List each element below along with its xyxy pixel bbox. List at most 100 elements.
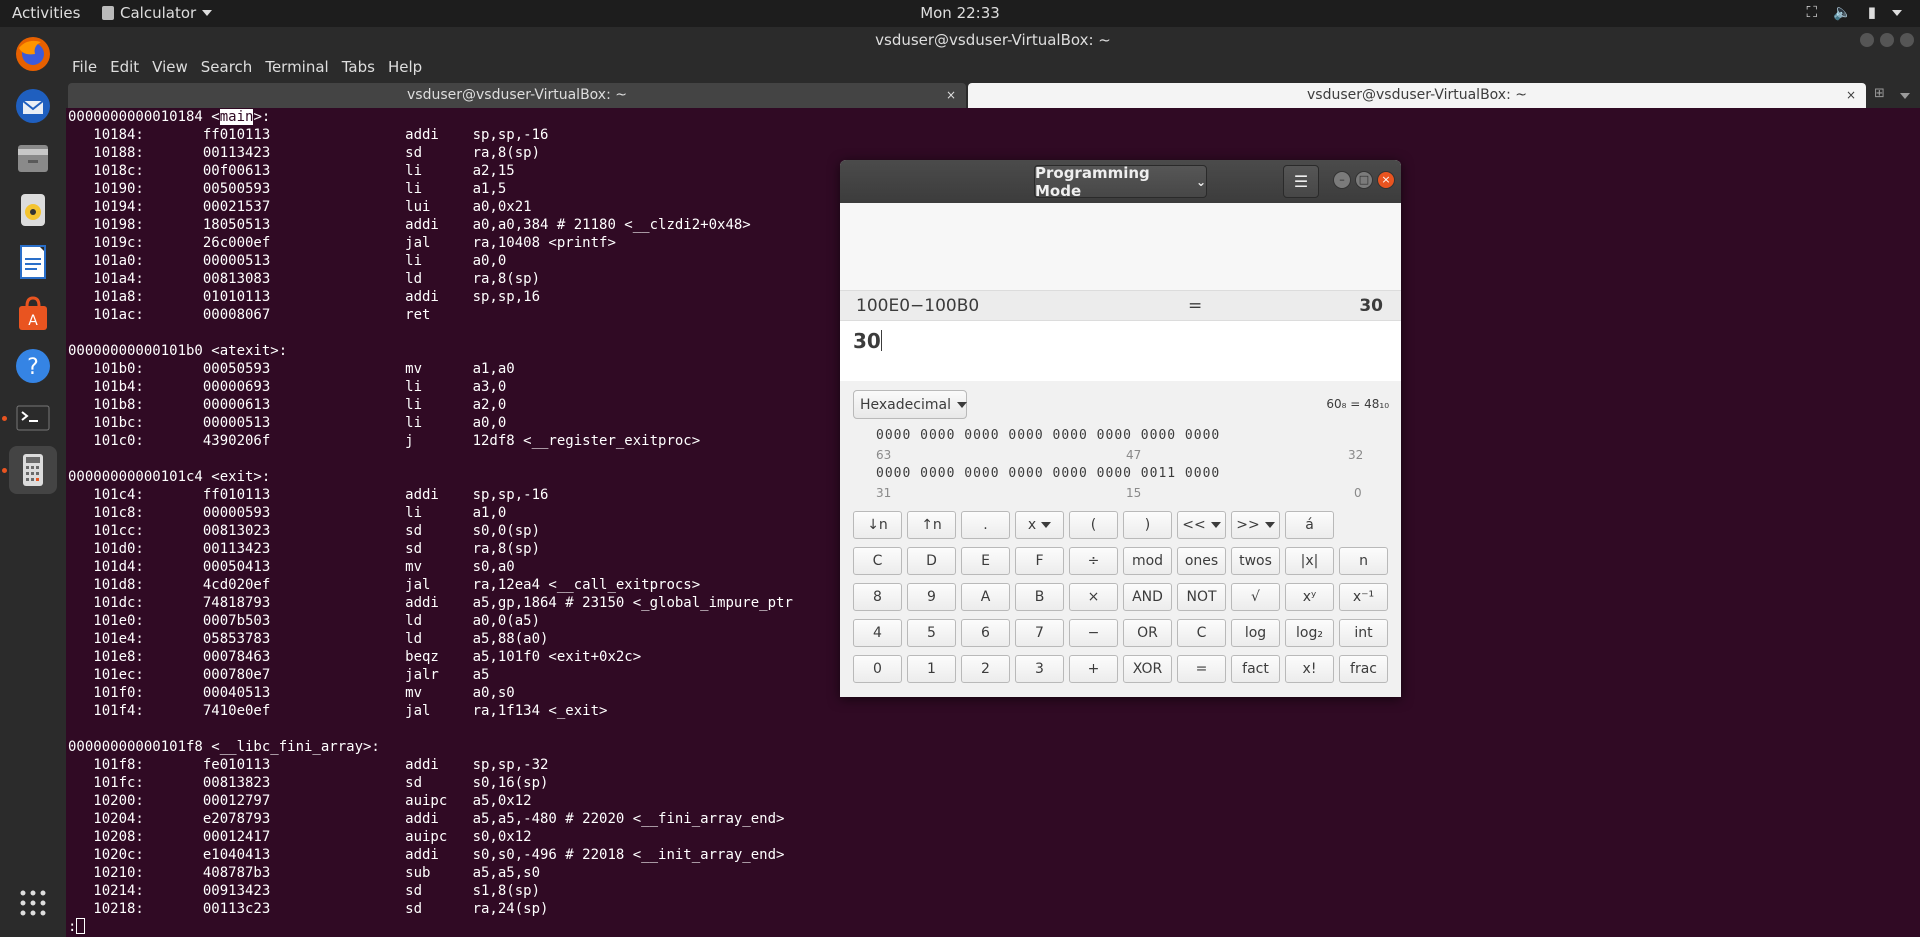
menu-terminal[interactable]: Terminal: [265, 58, 328, 76]
hamburger-menu-button[interactable]: ☰: [1283, 165, 1319, 198]
calculator-small-icon: [102, 6, 114, 20]
calc-key-label: |x|: [1300, 553, 1319, 569]
calc-key-button[interactable]: ↓n: [853, 511, 902, 539]
close-icon[interactable]: ×: [946, 83, 956, 108]
calc-key-button[interactable]: á: [1285, 511, 1334, 539]
activities-button[interactable]: Activities: [12, 4, 80, 22]
calc-key-button[interactable]: 9: [907, 583, 956, 611]
calc-key-button[interactable]: A: [961, 583, 1010, 611]
calc-key-button[interactable]: (: [1069, 511, 1118, 539]
entry-value: 30: [853, 329, 881, 353]
calc-key-button[interactable]: x!: [1285, 655, 1334, 683]
rhythmbox-icon[interactable]: [9, 186, 57, 234]
system-tray[interactable]: ⛶ 🔈 ▮: [1807, 3, 1902, 21]
calc-key-button[interactable]: B: [1015, 583, 1064, 611]
thunderbird-icon[interactable]: [9, 82, 57, 130]
new-tab-icon[interactable]: ⊞: [1874, 86, 1885, 101]
firefox-icon[interactable]: [9, 30, 57, 78]
top-bar: Activities Calculator Mon 22:33 ⛶ 🔈 ▮: [0, 0, 1920, 27]
chevron-down-icon[interactable]: [1900, 93, 1910, 99]
calc-key-button[interactable]: 4: [853, 619, 902, 647]
number-base-dropdown[interactable]: Hexadecimal: [853, 390, 967, 419]
calc-key-button[interactable]: x: [1015, 511, 1064, 539]
terminal-tab[interactable]: vsduser@vsduser-VirtualBox: ~ ×: [968, 83, 1866, 108]
calc-key-button[interactable]: |x|: [1285, 547, 1334, 575]
calc-key-button[interactable]: fact: [1231, 655, 1280, 683]
mode-dropdown[interactable]: Programming Mode ⌄: [1034, 164, 1207, 200]
calc-key-label: NOT: [1186, 589, 1217, 605]
calc-key-button[interactable]: +: [1069, 655, 1118, 683]
calc-key-button[interactable]: NOT: [1177, 583, 1226, 611]
calc-key-button[interactable]: log: [1231, 619, 1280, 647]
bit-label: 15: [1126, 486, 1142, 500]
calc-key-button[interactable]: mod: [1123, 547, 1172, 575]
calculator-headerbar[interactable]: Programming Mode ⌄ ☰ – □ ×: [840, 160, 1401, 203]
math-entry[interactable]: 30: [840, 321, 1401, 381]
calc-key-button[interactable]: 7: [1015, 619, 1064, 647]
calc-key-button[interactable]: C: [1177, 619, 1226, 647]
calc-key-button[interactable]: C: [853, 547, 902, 575]
calc-key-button[interactable]: 1: [907, 655, 956, 683]
calc-key-button[interactable]: D: [907, 547, 956, 575]
calc-key-button[interactable]: ×: [1069, 583, 1118, 611]
app-menu[interactable]: Calculator: [102, 4, 213, 22]
calc-key-button[interactable]: E: [961, 547, 1010, 575]
terminal-tab[interactable]: vsduser@vsduser-VirtualBox: ~ ×: [68, 83, 966, 108]
calc-key-button[interactable]: frac: [1339, 655, 1388, 683]
apps-grid-icon[interactable]: [9, 879, 57, 927]
clock[interactable]: Mon 22:33: [0, 4, 1920, 22]
maximize-button[interactable]: □: [1355, 171, 1373, 189]
bit-panel-row-high[interactable]: 0000 0000 0000 0000 0000 0000 0000 0000: [876, 428, 1220, 443]
calc-key-button[interactable]: −: [1069, 619, 1118, 647]
history-entry[interactable]: 100E0−100B0 = 30: [840, 290, 1401, 321]
calc-key-button[interactable]: 0: [853, 655, 902, 683]
calc-key-button[interactable]: XOR: [1123, 655, 1172, 683]
chevron-down-icon: ⌄: [1195, 174, 1206, 189]
terminal-titlebar[interactable]: vsduser@vsduser-VirtualBox: ~: [66, 27, 1920, 53]
calc-key-button[interactable]: log₂: [1285, 619, 1334, 647]
close-icon[interactable]: ×: [1846, 83, 1856, 108]
writer-icon[interactable]: [9, 238, 57, 286]
calc-key-button[interactable]: 5: [907, 619, 956, 647]
calc-key-button[interactable]: n: [1339, 547, 1388, 575]
menu-edit[interactable]: Edit: [110, 58, 139, 76]
menu-help[interactable]: Help: [388, 58, 422, 76]
calc-key-button[interactable]: xʸ: [1285, 583, 1334, 611]
calc-key-button[interactable]: 6: [961, 619, 1010, 647]
calc-key-button[interactable]: F: [1015, 547, 1064, 575]
menu-file[interactable]: File: [72, 58, 97, 76]
calc-key-button[interactable]: >>: [1231, 511, 1280, 539]
menu-view[interactable]: View: [152, 58, 188, 76]
calc-key-button[interactable]: ): [1123, 511, 1172, 539]
minimize-button[interactable]: –: [1333, 171, 1351, 189]
calc-key-button[interactable]: 8: [853, 583, 902, 611]
maximize-button[interactable]: [1880, 33, 1894, 47]
calc-key-button[interactable]: =: [1177, 655, 1226, 683]
calculator-icon[interactable]: [9, 446, 57, 494]
calc-key-button[interactable]: √: [1231, 583, 1280, 611]
menu-search[interactable]: Search: [201, 58, 253, 76]
minimize-button[interactable]: [1860, 33, 1874, 47]
calc-key-button[interactable]: twos: [1231, 547, 1280, 575]
calc-key-button[interactable]: ÷: [1069, 547, 1118, 575]
calc-key-label: á: [1305, 517, 1314, 533]
calc-key-button[interactable]: <<: [1177, 511, 1226, 539]
calc-key-button[interactable]: .: [961, 511, 1010, 539]
bit-panel-row-low[interactable]: 0000 0000 0000 0000 0000 0000 0011 0000: [876, 466, 1220, 481]
menu-tabs[interactable]: Tabs: [342, 58, 375, 76]
calc-key-button[interactable]: AND: [1123, 583, 1172, 611]
calc-key-button[interactable]: ones: [1177, 547, 1226, 575]
software-icon[interactable]: A: [9, 290, 57, 338]
calc-key-button[interactable]: ↑n: [907, 511, 956, 539]
calc-key-button[interactable]: 3: [1015, 655, 1064, 683]
close-button[interactable]: ×: [1377, 171, 1395, 189]
calc-key-button[interactable]: OR: [1123, 619, 1172, 647]
close-button[interactable]: [1900, 33, 1914, 47]
calc-key-button[interactable]: 2: [961, 655, 1010, 683]
calc-key-label: fact: [1242, 661, 1269, 677]
files-icon[interactable]: [9, 134, 57, 182]
terminal-icon[interactable]: [9, 394, 57, 442]
help-icon[interactable]: ?: [9, 342, 57, 390]
calc-key-button[interactable]: int: [1339, 619, 1388, 647]
calc-key-button[interactable]: x⁻¹: [1339, 583, 1388, 611]
